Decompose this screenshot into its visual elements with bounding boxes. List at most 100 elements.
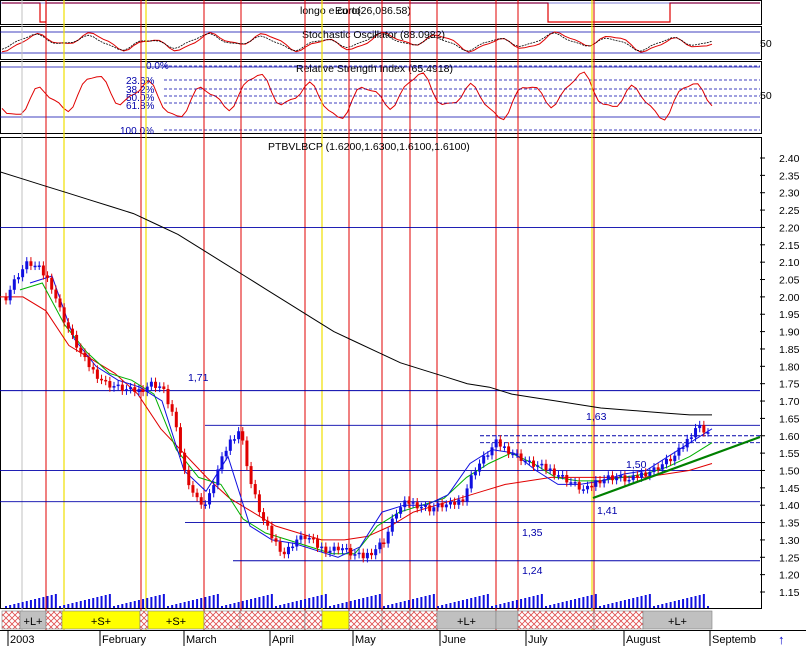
candle-body-162 (677, 447, 681, 456)
candle-body-30 (129, 387, 133, 390)
candle-body-157 (656, 467, 660, 470)
candle-body-140 (586, 485, 590, 490)
volume-bar-27 (117, 605, 120, 608)
volume-bar-130 (545, 606, 547, 608)
volume-bar-157 (657, 605, 660, 608)
volume-bar-5 (25, 601, 28, 608)
price-tick-label-23: 1.25 (779, 552, 800, 564)
volume-bar-68 (287, 603, 290, 608)
candle-body-5 (25, 261, 29, 270)
scroll-up-arrow-icon[interactable]: ↑ (778, 632, 785, 647)
volume-bar-66 (279, 605, 282, 608)
price-tick-label-11: 1.85 (779, 344, 800, 356)
annotation-163: 1,63 (586, 411, 607, 423)
candle-body-146 (610, 475, 614, 481)
candle-body-112 (469, 475, 473, 489)
candle-body-144 (602, 479, 606, 484)
stochastic-panel: Stochastic Oscillator (88.0982) 50 (0, 29, 772, 54)
candle-body-3 (16, 277, 20, 280)
candle-body-136 (569, 482, 573, 484)
volume-bar-120 (503, 603, 506, 608)
volume-bar-52 (221, 606, 223, 608)
volume-bar-110 (461, 600, 464, 608)
volume-bar-125 (524, 598, 527, 608)
volume-bar-151 (632, 598, 635, 608)
volume-bar-10 (46, 596, 49, 608)
signal-segment-2 (45, 610, 63, 630)
stochastic-axis-tick: 50 (760, 38, 772, 50)
candle-body-35 (149, 381, 153, 387)
volume-bar-2 (13, 604, 16, 608)
volume-bar-106 (445, 604, 448, 608)
candle-body-14 (62, 307, 66, 323)
candle-body-87 (365, 552, 369, 559)
candle-body-119 (498, 439, 502, 447)
volume-bar-100 (420, 597, 423, 608)
candle-body-15 (66, 322, 70, 329)
candle-body-2 (12, 279, 16, 290)
candle-body-47 (199, 497, 203, 505)
signal-segment-15 (517, 610, 595, 630)
volume-bar-164 (686, 598, 689, 608)
volume-bar-57 (241, 601, 244, 608)
candle-body-81 (340, 548, 344, 551)
candle-body-31 (133, 387, 137, 393)
candle-body-0 (4, 296, 8, 301)
price-tick-label-1: 2.35 (779, 170, 800, 182)
price-title: PTBVLBCP (1.6200,1.6300,1.6100,1.6100) (268, 141, 470, 153)
candle-body-54 (228, 439, 232, 451)
candle-body-39 (166, 388, 170, 405)
volume-bar-46 (196, 599, 199, 608)
price-tick-label-21: 1.35 (779, 518, 800, 530)
candle-body-145 (606, 475, 610, 480)
volume-bar-103 (432, 594, 435, 608)
candle-body-118 (494, 439, 498, 448)
volume-bar-90 (378, 594, 381, 608)
candle-body-65 (274, 538, 278, 542)
price-tick-label-25: 1.15 (779, 587, 800, 599)
volume-bar-30 (129, 602, 132, 608)
volume-bar-41 (175, 604, 178, 608)
volume-bar-48 (204, 597, 207, 608)
candle-body-117 (490, 447, 494, 456)
candle-body-111 (465, 488, 469, 502)
volume-bar-131 (549, 605, 552, 608)
volume-bar-129 (540, 594, 543, 608)
candle-body-72 (303, 535, 307, 540)
candle-body-132 (552, 468, 556, 476)
price-tick-label-20: 1.40 (779, 500, 800, 512)
candle-body-156 (652, 467, 656, 472)
candle-body-6 (29, 261, 33, 266)
price-tick-label-18: 1.50 (779, 465, 800, 477)
volume-bar-40 (171, 605, 174, 608)
volume-bar-89 (374, 595, 377, 608)
volume-bar-162 (677, 600, 680, 608)
fib-label-61-8: 61.8% (126, 101, 154, 112)
volume-bar-158 (661, 604, 664, 608)
volume-bar-31 (133, 601, 136, 608)
volume-bar-107 (449, 603, 452, 608)
candle-body-49 (208, 493, 212, 505)
candle-body-142 (594, 480, 598, 487)
candle-body-52 (220, 456, 224, 470)
candle-body-16 (70, 328, 74, 335)
candle-body-120 (502, 446, 506, 448)
volume-bar-101 (424, 596, 427, 608)
volume-bar-141 (590, 595, 593, 608)
annotation-141: 1,41 (597, 505, 618, 517)
candle-body-20 (87, 357, 91, 368)
price-tick-label-7: 2.05 (779, 275, 800, 287)
volume-bar-154 (644, 595, 647, 608)
volume-bar-147 (615, 602, 618, 608)
candle-body-1 (8, 289, 12, 301)
volume-bar-79 (333, 605, 336, 608)
volume-bar-140 (586, 596, 589, 608)
volume-bar-53 (225, 605, 228, 608)
volume-bar-143 (599, 606, 601, 608)
volume-bar-6 (29, 600, 32, 608)
volume-bar-112 (470, 598, 473, 608)
fib-label-0: 0.0% (146, 61, 169, 72)
volume-bar-13 (59, 606, 61, 608)
volume-bar-83 (349, 601, 352, 608)
volume-bar-67 (283, 604, 286, 608)
